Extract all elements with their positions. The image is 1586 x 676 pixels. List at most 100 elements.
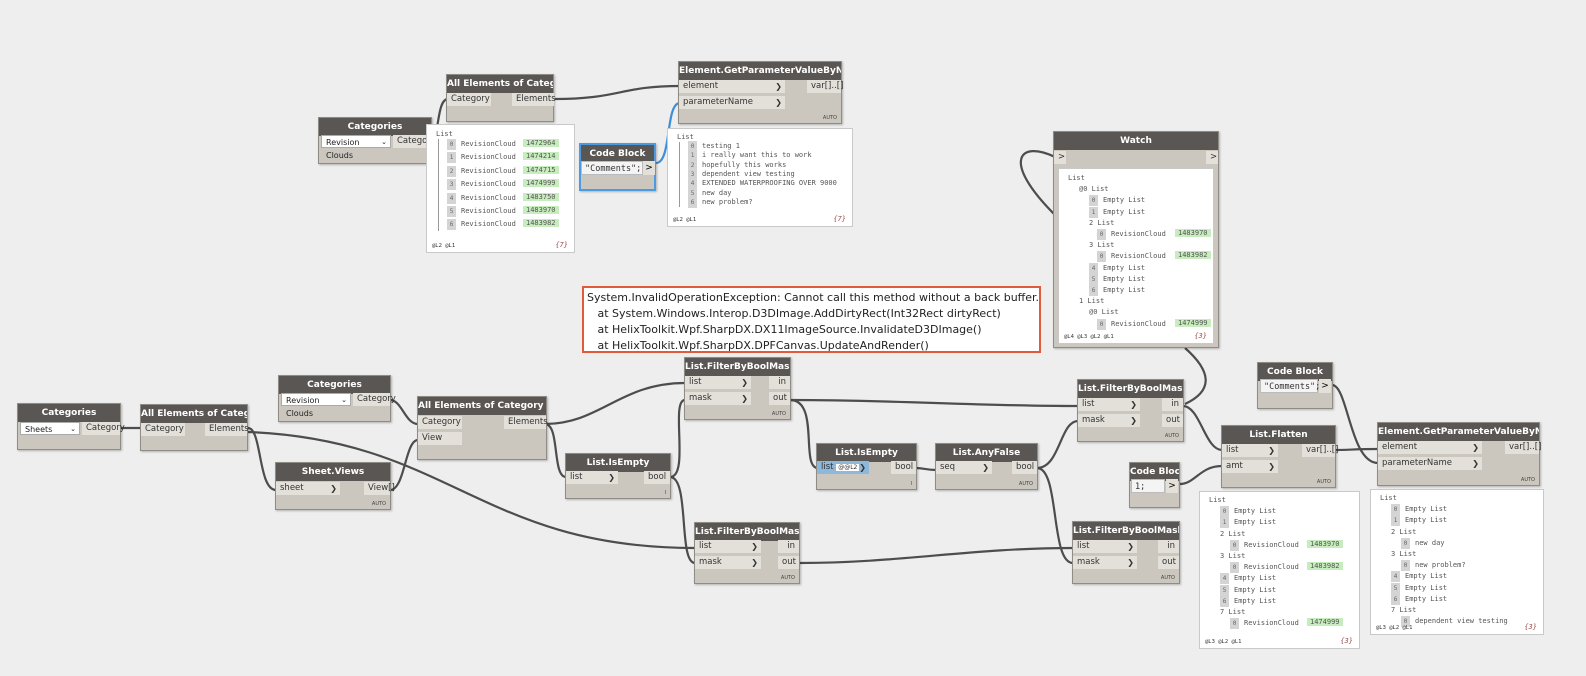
input-port-list[interactable]: list ❯: [695, 540, 761, 553]
node-filter-by-bool-mask-4[interactable]: List.FilterByBoolMask list ❯ mask ❯ in out…: [1072, 521, 1180, 584]
output-port-out[interactable]: out: [769, 392, 790, 405]
input-port-view[interactable]: View: [418, 432, 462, 445]
row-text: @0 List: [1089, 308, 1119, 317]
node-categories-top[interactable]: Categories Revision Clouds ⌄ Category: [318, 117, 436, 164]
node-all-elements-of-category-top[interactable]: All Elements of Category Category Elemen…: [446, 74, 556, 122]
node-all-elements-of-category-left[interactable]: All Elements of Category Category Elemen…: [140, 404, 249, 451]
tree-row: List: [1209, 495, 1226, 506]
input-port-mask[interactable]: mask ❯: [1078, 414, 1140, 427]
node-code-block-one[interactable]: Code Block 1; >: [1129, 462, 1180, 508]
node-code-block-right[interactable]: Code Block "Comments"; >: [1257, 362, 1333, 409]
input-port-mask[interactable]: mask ❯: [695, 556, 761, 569]
input-port-element[interactable]: element ❯: [679, 80, 785, 93]
output-port-in[interactable]: in: [778, 540, 799, 553]
output-port-elements[interactable]: Elements: [504, 416, 548, 429]
wire: [1036, 419, 1079, 470]
input-port-list[interactable]: list ❯: [1222, 444, 1278, 457]
input-port-mask[interactable]: mask ❯: [685, 392, 751, 405]
output-port-elements[interactable]: Elements: [512, 93, 556, 106]
preview-aeoc-top[interactable]: List 0 RevisionCloud 1472964 1 RevisionCloud…: [426, 124, 575, 253]
node-any-false[interactable]: List.AnyFalse seq ❯ bool AUTO: [935, 443, 1038, 490]
input-port[interactable]: >: [1054, 151, 1066, 164]
row-text: RevisionCloud: [1111, 319, 1166, 328]
input-port-seq[interactable]: seq ❯: [936, 461, 992, 474]
node-is-empty-1[interactable]: List.IsEmpty list ❯ bool I: [565, 453, 671, 499]
node-get-parameter-top[interactable]: Element.GetParameterValueByName element❯…: [678, 61, 843, 124]
input-port-list[interactable]: list ❯: [1078, 398, 1140, 411]
lacing-label: AUTO: [1018, 481, 1033, 487]
output-port-var[interactable]: var[]..[]: [1302, 444, 1338, 457]
input-port-category[interactable]: Category: [141, 423, 185, 436]
node-filter-by-bool-mask-1[interactable]: List.FilterByBoolMask list ❯ mask ❯ in out…: [684, 357, 791, 420]
output-port-in[interactable]: in: [769, 376, 790, 389]
item-value: 1474999: [1307, 618, 1343, 627]
node-filter-by-bool-mask-2[interactable]: List.FilterByBoolMask list ❯ mask ❯ in out…: [694, 522, 800, 584]
list-levels: @L3 @L2 @L1: [1376, 625, 1413, 631]
item-text: testing 1: [702, 142, 740, 150]
node-list-flatten[interactable]: List.Flatten list ❯ amt ❯ var[]..[] AUTO: [1221, 425, 1338, 488]
output-port-bool[interactable]: bool: [891, 461, 916, 474]
input-port-list[interactable]: list ❯: [566, 471, 618, 484]
output-port-in[interactable]: in: [1158, 540, 1179, 553]
code-editor[interactable]: "Comments";: [581, 161, 643, 175]
output-port-category[interactable]: Category: [353, 393, 396, 406]
row-text: Empty List: [1405, 572, 1448, 581]
output-port-out[interactable]: out: [778, 556, 799, 569]
row-text: Empty List: [1103, 263, 1146, 272]
row-text: 7 List: [1220, 608, 1246, 616]
input-port-element[interactable]: element ❯: [1378, 441, 1482, 454]
node-is-empty-2[interactable]: List.IsEmpty list @@L2 ❯ bool I: [816, 443, 917, 490]
output-port[interactable]: >: [643, 161, 655, 175]
output-port-in[interactable]: in: [1162, 398, 1183, 411]
input-port-sheet[interactable]: sheet ❯: [276, 482, 340, 495]
code-editor[interactable]: "Comments";: [1260, 379, 1320, 393]
input-port-category[interactable]: Category: [447, 93, 491, 106]
output-port-view[interactable]: View[]: [364, 482, 395, 495]
output-port[interactable]: >: [1319, 379, 1331, 393]
item-index: 0: [1230, 618, 1239, 630]
input-port-list[interactable]: list ❯: [685, 376, 751, 389]
node-code-block-top[interactable]: Code Block "Comments"; >: [579, 143, 656, 191]
node-watch[interactable]: Watch > > List @0 List 0 Empty List 1 Empty L…: [1053, 131, 1219, 348]
output-port-bool[interactable]: bool: [644, 471, 670, 484]
row-text: Empty List: [1103, 196, 1146, 205]
input-port-amt[interactable]: amt ❯: [1222, 460, 1278, 473]
output-port-elements[interactable]: Elements: [205, 423, 249, 436]
dropdown-value: Revision Clouds: [326, 138, 360, 160]
node-sheet-views[interactable]: Sheet.Views sheet ❯ View[] AUTO: [275, 462, 395, 510]
category-dropdown[interactable]: Sheets ⌄: [20, 422, 80, 435]
tree-row: 0 dependent view testing: [1401, 616, 1508, 628]
node-categories-left[interactable]: Categories Sheets ⌄ Category: [17, 403, 125, 450]
input-port-category[interactable]: Category: [418, 416, 462, 429]
output-port-out[interactable]: out: [1162, 414, 1183, 427]
list-item: 1 RevisionCloud: [447, 152, 516, 164]
code-editor[interactable]: 1;: [1131, 479, 1165, 493]
node-all-elements-of-category-in-view[interactable]: All Elements of Category in View Categor…: [417, 396, 548, 460]
preview-flatten[interactable]: List 0 Empty List 1 Empty List 2 List 0 Revisio…: [1199, 491, 1360, 649]
category-dropdown[interactable]: Revision Clouds ⌄: [281, 393, 351, 418]
input-port-list[interactable]: list @@L2 ❯: [817, 461, 869, 474]
input-port-list[interactable]: list ❯: [1073, 540, 1137, 553]
output-port-var[interactable]: var[]..[]: [1505, 441, 1541, 454]
preview-getparam-right[interactable]: List 0 Empty List 1 Empty List 2 List 0 new day…: [1370, 489, 1544, 635]
input-port-parametername[interactable]: parameterName ❯: [679, 96, 785, 109]
output-port-out[interactable]: out: [1158, 556, 1179, 569]
output-port-category[interactable]: Category: [82, 422, 125, 435]
output-port-var[interactable]: var[]..[]: [807, 80, 843, 93]
output-port[interactable]: >: [1206, 151, 1218, 164]
output-port[interactable]: >: [1166, 479, 1178, 493]
tree-row: 6 Empty List: [1089, 285, 1145, 296]
output-port-bool[interactable]: bool: [1012, 461, 1037, 474]
node-categories-mid[interactable]: Categories Revision Clouds ⌄ Category: [278, 375, 396, 422]
preview-getparam-top[interactable]: List 0 testing 11i really want this to wo…: [667, 128, 853, 227]
node-title: List.IsEmpty: [817, 444, 916, 462]
input-port-parametername[interactable]: parameterName ❯: [1378, 457, 1482, 470]
tree-row: 0 RevisionCloud: [1230, 618, 1299, 630]
node-filter-by-bool-mask-3[interactable]: List.FilterByBoolMask list ❯ mask ❯ in out…: [1077, 379, 1184, 442]
category-dropdown[interactable]: Revision Clouds ⌄: [321, 135, 391, 160]
watch-display[interactable]: List @0 List 0 Empty List 1 Empty List 2 List 0…: [1058, 168, 1214, 344]
tree-row: 4 Empty List: [1391, 571, 1448, 583]
input-port-mask[interactable]: mask ❯: [1073, 556, 1137, 569]
wire: [914, 466, 937, 472]
node-get-parameter-right[interactable]: Element.GetParameterValueByName element❯…: [1377, 422, 1541, 486]
